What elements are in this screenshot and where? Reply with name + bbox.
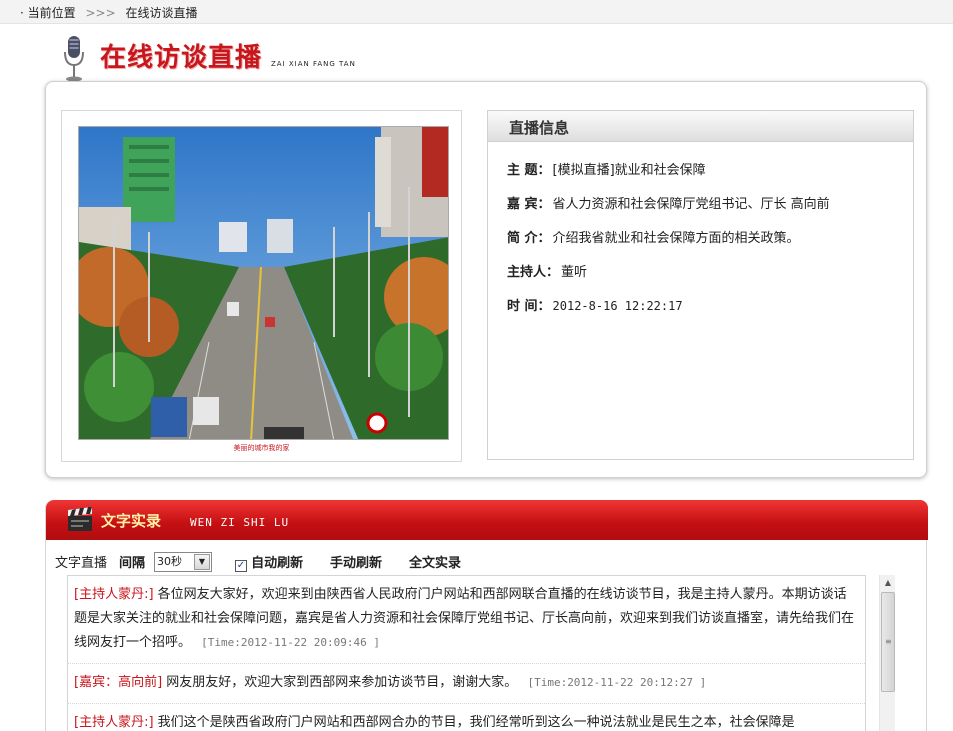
entry-time: [Time:2012-11-22 20:09:46 ] xyxy=(201,636,380,649)
live-photo xyxy=(78,126,449,440)
list-item: [主持人蒙丹:] 各位网友大家好，欢迎来到由陕西省人民政府门户网站和西部网联合直… xyxy=(68,576,865,664)
breadcrumb-page-link[interactable]: 在线访谈直播 xyxy=(126,6,198,20)
scroll-up-icon[interactable]: ▲ xyxy=(880,575,896,591)
transcript-panel: 文字实录 WEN ZI SHI LU 文字直播 间隔 30秒 ▼ ✓ 自动刷新 … xyxy=(45,500,928,731)
entry-speaker: [主持人蒙丹:] xyxy=(74,715,154,730)
info-value: [模拟直播]就业和社会保障 xyxy=(552,163,706,178)
clapperboard-icon xyxy=(68,507,92,531)
page-title-pinyin: ZAI XIAN FANG TAN xyxy=(271,60,356,68)
transcript-log: [主持人蒙丹:] 各位网友大家好，欢迎来到由陕西省人民政府门户网站和西部网联合直… xyxy=(67,575,866,731)
info-value: 董听 xyxy=(561,265,588,280)
info-row-time: 时 间： 2012-8-16 12:22:17 xyxy=(507,295,683,314)
grip-icon: ≡ xyxy=(885,637,892,646)
auto-refresh-label: 自动刷新 xyxy=(251,556,304,571)
info-value: 介绍我省就业和社会保障方面的相关政策。 xyxy=(552,231,800,246)
info-label: 主持人： xyxy=(507,265,560,280)
entry-speaker: [主持人蒙丹:] xyxy=(74,587,154,602)
list-item: [主持人蒙丹:] 我们这个是陕西省政府门户网站和西部网合办的节目，我们经常听到这… xyxy=(68,704,865,731)
entry-text: 网友朋友好，欢迎大家到西部网来参加访谈节目，谢谢大家。 xyxy=(166,675,518,690)
entry-time: [Time:2012-11-22 20:12:27 ] xyxy=(527,676,707,689)
transcript-header: 文字实录 WEN ZI SHI LU xyxy=(46,500,928,540)
list-item: [嘉宾：高向前] 网友朋友好，欢迎大家到西部网来参加访谈节目，谢谢大家。 [Ti… xyxy=(68,664,865,704)
info-row-topic: 主 题： [模拟直播]就业和社会保障 xyxy=(507,159,706,178)
transcript-title-pinyin: WEN ZI SHI LU xyxy=(190,516,290,529)
manual-refresh-button[interactable]: 手动刷新 xyxy=(330,552,382,571)
info-row-host: 主持人： 董听 xyxy=(507,261,587,280)
info-label: 简 介： xyxy=(507,231,551,246)
breadcrumb-separator: >>> xyxy=(85,6,116,20)
breadcrumb-bar: · 当前位置 >>> 在线访谈直播 xyxy=(0,0,953,24)
microphone-icon xyxy=(64,36,84,82)
live-photo-frame: 美丽的城市我的家 xyxy=(61,110,462,462)
auto-refresh-checkbox[interactable]: ✓ xyxy=(235,560,247,572)
live-info-heading: 直播信息 xyxy=(509,119,570,137)
entry-text: 各位网友大家好，欢迎来到由陕西省人民政府门户网站和西部网联合直播的在线访谈节目，… xyxy=(74,587,855,650)
transcript-title: 文字实录 xyxy=(101,512,162,530)
breadcrumb-bullet: · xyxy=(20,6,24,20)
scrollbar-thumb[interactable]: ≡ xyxy=(881,592,895,692)
interval-value: 30秒 xyxy=(157,555,182,568)
breadcrumb-current-position-label: 当前位置 xyxy=(27,6,76,20)
chevron-down-icon[interactable]: ▼ xyxy=(194,554,210,570)
info-value: 省人力资源和社会保障厅党组书记、厅长 高向前 xyxy=(552,197,830,212)
info-label: 嘉 宾： xyxy=(507,197,551,212)
info-label: 时 间： xyxy=(507,299,551,314)
live-info-panel: 美丽的城市我的家 直播信息 主 题： [模拟直播]就业和社会保障 嘉 宾： 省人力资… xyxy=(45,81,927,478)
live-info-box: 直播信息 主 题： [模拟直播]就业和社会保障 嘉 宾： 省人力资源和社会保障厅党组… xyxy=(487,110,914,460)
info-row-guest: 嘉 宾： 省人力资源和社会保障厅党组书记、厅长 高向前 xyxy=(507,193,830,212)
live-text-label: 文字直播 xyxy=(55,556,108,571)
info-label: 主 题： xyxy=(507,163,551,178)
page-title: 在线访谈直播 xyxy=(100,43,263,73)
auto-refresh-toggle[interactable]: ✓ 自动刷新 xyxy=(235,552,303,572)
photo-caption: 美丽的城市我的家 xyxy=(233,444,290,452)
entry-text: 我们这个是陕西省政府门户网站和西部网合办的节目，我们经常听到这么一种说法就业是民… xyxy=(157,715,795,730)
breadcrumb: · 当前位置 >>> 在线访谈直播 xyxy=(20,4,198,21)
live-info-header: 直播信息 xyxy=(488,111,913,142)
interval-label: 间隔 xyxy=(119,556,146,571)
entry-speaker: [嘉宾：高向前] xyxy=(74,675,163,690)
info-value: 2012-8-16 12:22:17 xyxy=(552,299,683,313)
full-record-button[interactable]: 全文实录 xyxy=(409,552,461,571)
transcript-scrollbar[interactable]: ▲ ≡ xyxy=(879,575,895,731)
info-row-summary: 简 介： 介绍我省就业和社会保障方面的相关政策。 xyxy=(507,227,800,246)
interval-select[interactable]: 30秒 ▼ xyxy=(154,552,212,572)
